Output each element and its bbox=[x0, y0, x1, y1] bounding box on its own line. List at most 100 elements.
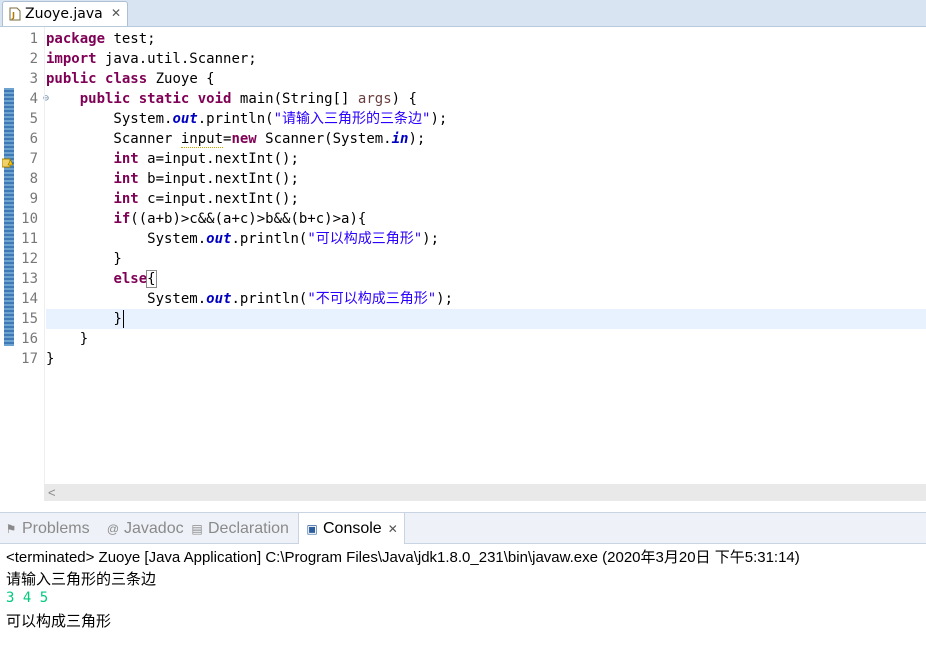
parameter: args bbox=[357, 91, 392, 107]
horizontal-scrollbar[interactable]: < bbox=[44, 484, 926, 501]
line-number: 7 bbox=[29, 151, 38, 167]
code-line: public static void main(String[] args) { bbox=[46, 89, 926, 109]
string-literal: "可以构成三角形" bbox=[307, 231, 423, 247]
code-text-span: .println( bbox=[197, 111, 274, 127]
code-text-span: Zuoye { bbox=[147, 71, 215, 87]
line-number: 6 bbox=[29, 131, 38, 147]
close-icon[interactable]: ✕ bbox=[388, 522, 398, 536]
tab-console[interactable]: ▣ Console ✕ bbox=[298, 513, 405, 544]
line-number: 10 bbox=[21, 211, 38, 227]
keyword: public bbox=[79, 91, 131, 107]
code-line: int c=input.nextInt(); bbox=[46, 189, 926, 209]
console-output[interactable]: <terminated> Zuoye [Java Application] C:… bbox=[0, 544, 926, 654]
line-number: 8 bbox=[29, 171, 38, 187]
java-file-icon: J bbox=[9, 7, 21, 21]
warning-marker-icon[interactable] bbox=[2, 157, 14, 169]
code-text-span: } bbox=[113, 311, 122, 327]
editor-tab-zuoye[interactable]: J Zuoye.java ✕ bbox=[2, 1, 128, 26]
at-sign-icon: @ bbox=[106, 522, 120, 536]
views-tab-bar: ⚑ Problems @ Javadoc ▤ Declaration ▣ Console… bbox=[0, 512, 926, 544]
code-line: } bbox=[46, 349, 926, 369]
declaration-icon: ▤ bbox=[191, 522, 203, 536]
code-text-span: c=input.nextInt(); bbox=[138, 191, 299, 207]
code-line: Scanner input=new Scanner(System.in); bbox=[46, 129, 926, 149]
keyword: else bbox=[113, 271, 148, 287]
static-field: out bbox=[172, 111, 198, 127]
code-line: int a=input.nextInt(); bbox=[46, 149, 926, 169]
keyword: static bbox=[138, 91, 190, 107]
quick-diff-bar bbox=[4, 88, 14, 346]
tab-declaration[interactable]: ▤ Declaration bbox=[190, 513, 289, 544]
string-literal: "不可以构成三角形" bbox=[307, 291, 437, 307]
code-line: int b=input.nextInt(); bbox=[46, 169, 926, 189]
current-code-line: } bbox=[46, 309, 926, 329]
text-caret bbox=[122, 310, 124, 328]
keyword: import bbox=[46, 51, 97, 67]
line-number: 16 bbox=[21, 331, 38, 347]
code-line: System.out.println("不可以构成三角形"); bbox=[46, 289, 926, 309]
overview-ruler bbox=[0, 27, 16, 507]
code-text-span: Scanner(System. bbox=[256, 131, 392, 147]
line-number: 13 bbox=[21, 271, 38, 287]
code-line: System.out.println("可以构成三角形"); bbox=[46, 229, 926, 249]
close-icon[interactable]: ✕ bbox=[111, 6, 121, 20]
keyword: class bbox=[105, 71, 148, 87]
line-number: 14 bbox=[21, 291, 38, 307]
line-number: 3 bbox=[29, 71, 38, 87]
line-number: 17 bbox=[21, 351, 38, 367]
keyword: if bbox=[113, 211, 131, 227]
code-text-span: main(String[] bbox=[231, 91, 358, 107]
editor-tab-bar: J Zuoye.java ✕ bbox=[0, 0, 926, 27]
code-line: if((a+b)>c&&(a+c)>b&&(b+c)>a){ bbox=[46, 209, 926, 229]
tab-label: Console bbox=[323, 520, 382, 537]
code-text-span: ); bbox=[436, 291, 454, 307]
keyword: package bbox=[46, 31, 106, 47]
line-number: 5 bbox=[29, 111, 38, 127]
keyword: public bbox=[46, 71, 97, 87]
tab-label: Declaration bbox=[208, 520, 289, 537]
scroll-left-icon[interactable]: < bbox=[48, 484, 56, 501]
gutter-divider bbox=[44, 27, 45, 487]
matching-bracket: { bbox=[146, 270, 157, 288]
string-literal: "请输入三角形的三条边" bbox=[273, 111, 431, 127]
line-number-ruler: 1 2 3 4 ⊖ 5 6 7 8 9 10 11 12 13 14 15 16 … bbox=[16, 29, 49, 369]
editor-tab-label: Zuoye.java bbox=[25, 6, 103, 22]
keyword: int bbox=[113, 171, 139, 187]
line-number: 9 bbox=[29, 191, 38, 207]
code-editor[interactable]: 1 2 3 4 ⊖ 5 6 7 8 9 10 11 12 13 14 15 16 … bbox=[0, 27, 926, 507]
code-line: System.out.println("请输入三角形的三条边"); bbox=[46, 109, 926, 129]
tab-label: Problems bbox=[22, 520, 90, 537]
code-line: } bbox=[46, 249, 926, 269]
problems-icon: ⚑ bbox=[5, 522, 17, 536]
static-field: in bbox=[391, 131, 409, 147]
code-line: package test; bbox=[46, 29, 926, 49]
tab-javadoc[interactable]: @ Javadoc bbox=[106, 513, 184, 544]
static-field: out bbox=[206, 231, 232, 247]
code-text-span: } bbox=[46, 251, 122, 267]
code-text-span: .println( bbox=[231, 291, 308, 307]
code-text-span: System. bbox=[46, 291, 207, 307]
code-text-span: ((a+b)>c&&(a+c)>b&&(b+c)>a){ bbox=[130, 211, 367, 227]
code-text-span: ); bbox=[422, 231, 440, 247]
tab-problems[interactable]: ⚑ Problems bbox=[4, 513, 90, 544]
code-text[interactable]: package test; import java.util.Scanner; … bbox=[46, 29, 926, 369]
console-input-line: 3 4 5 bbox=[6, 590, 49, 606]
code-line: else{ bbox=[46, 269, 926, 289]
code-text-span: ) { bbox=[391, 91, 417, 107]
code-text-span: } bbox=[46, 351, 55, 367]
svg-text:J: J bbox=[11, 11, 15, 20]
line-number-with-fold: 4 ⊖ bbox=[16, 89, 49, 109]
keyword: int bbox=[113, 151, 139, 167]
line-number: 2 bbox=[29, 51, 38, 67]
code-text-span: test; bbox=[105, 31, 156, 47]
console-output-line: 请输入三角形的三条边 bbox=[6, 571, 157, 588]
static-field: out bbox=[206, 291, 232, 307]
code-line: public class Zuoye { bbox=[46, 69, 926, 89]
code-line: } bbox=[46, 329, 926, 349]
console-status-line: <terminated> Zuoye [Java Application] C:… bbox=[6, 549, 800, 566]
